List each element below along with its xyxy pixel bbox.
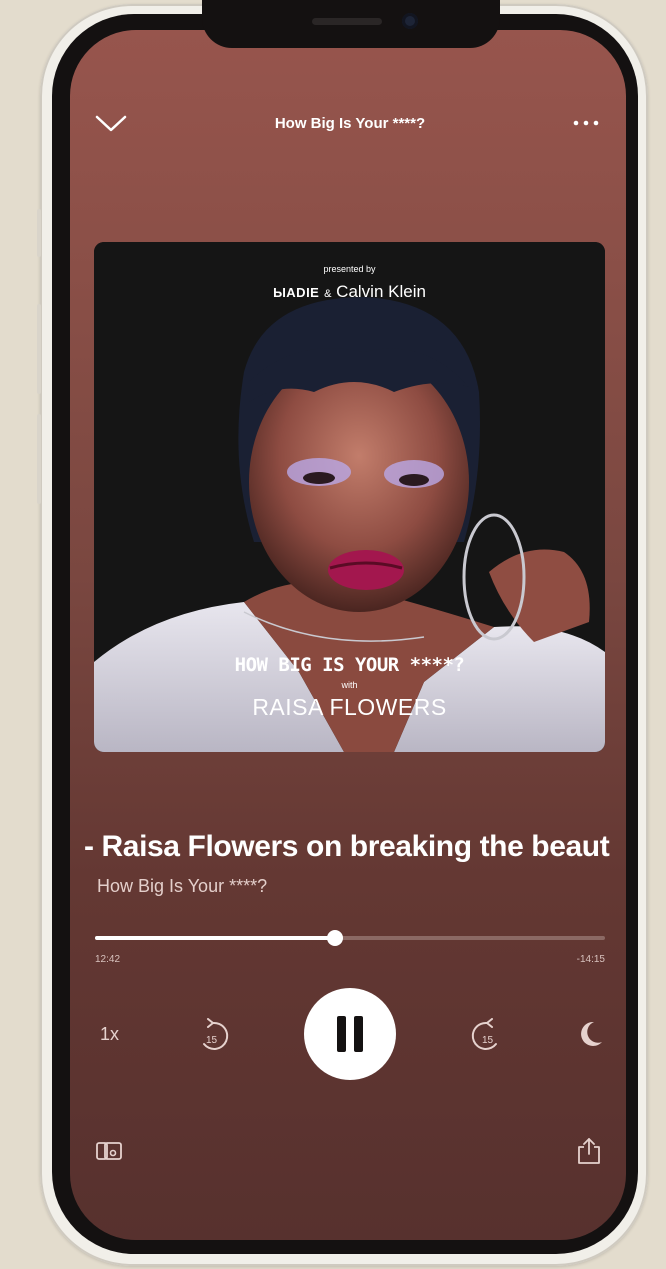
sleep-timer-button[interactable]: [574, 1018, 606, 1050]
episode-artwork: presented by ЫADIE & Calvin Klein HOW BI…: [94, 242, 605, 752]
player-header-title: How Big Is Your ****?: [274, 115, 426, 132]
show-name-link[interactable]: How Big Is Your ****?: [97, 876, 267, 897]
skip-forward-15-icon: 15: [471, 1018, 497, 1050]
artwork-with: with: [341, 680, 358, 690]
stage: How Big Is Your ****? presented by ЫADIE…: [0, 0, 666, 1269]
skip-back-15-icon: 15: [203, 1018, 229, 1050]
elapsed-time: 12:42: [95, 954, 121, 965]
skip-back-15-button[interactable]: 15: [196, 1018, 236, 1052]
artwork-guest-name: RAISA FLOWERS: [252, 694, 447, 720]
moon-icon: [581, 1021, 602, 1046]
progress-scrubber-handle[interactable]: [326, 930, 343, 946]
share-icon: [578, 1138, 600, 1164]
episode-title: - Raisa Flowers on breaking the beaut: [84, 830, 610, 863]
skip-back-seconds-label: 15: [206, 1035, 218, 1046]
volume-down-button: [37, 414, 41, 504]
volume-up-button: [37, 304, 41, 394]
progress-track[interactable]: [95, 930, 605, 946]
connect-devices-icon: [96, 1142, 122, 1160]
front-camera: [402, 13, 418, 29]
pause-icon: [337, 1016, 346, 1052]
artwork-brand-right: Calvin Klein: [336, 282, 426, 301]
skip-forward-15-button[interactable]: 15: [464, 1018, 504, 1052]
artwork-brand-left: ЫADIE: [273, 285, 320, 300]
playback-speed-button[interactable]: 1x: [100, 1024, 119, 1045]
chevron-down-icon[interactable]: [94, 112, 128, 134]
progress-fill: [95, 936, 335, 940]
artwork-presented-by: presented by: [323, 264, 376, 274]
pause-button[interactable]: [304, 988, 396, 1080]
more-dots-icon[interactable]: [566, 112, 606, 134]
connect-devices-button[interactable]: [96, 1140, 124, 1164]
skip-forward-seconds-label: 15: [482, 1035, 494, 1046]
share-button[interactable]: [576, 1136, 602, 1166]
mute-switch: [37, 209, 41, 257]
pause-icon-bar: [354, 1016, 363, 1052]
artwork-brand-line: ЫADIE & Calvin Klein: [94, 282, 605, 302]
artwork-show-wordmark: HOW BIG IS YOUR ****?: [234, 654, 465, 676]
earpiece-speaker: [312, 18, 382, 25]
remaining-time: -14:15: [576, 954, 605, 965]
artwork-brand-separator: &: [324, 288, 332, 300]
